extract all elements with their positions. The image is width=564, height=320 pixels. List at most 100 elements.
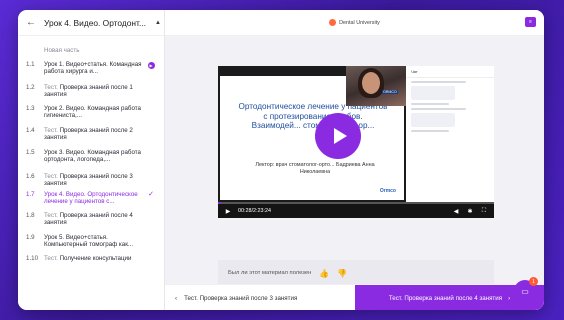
chat-bubble-icon: ▭ bbox=[521, 286, 529, 296]
lesson-item[interactable]: 1.1 Урок 1. Видео+статья. Командная работ… bbox=[18, 61, 165, 76]
back-arrow-icon[interactable]: ← bbox=[26, 17, 40, 28]
lesson-status bbox=[144, 84, 158, 99]
lesson-title: Урок 5. Видео+статья. Компьютерный томог… bbox=[44, 234, 144, 249]
lesson-item[interactable]: 1.10 Тест. Получение консультации bbox=[18, 255, 165, 262]
lesson-title: Тест. Проверка знаний после 4 занятия bbox=[44, 212, 144, 227]
lesson-kind: Тест. bbox=[44, 127, 58, 134]
fullscreen-icon[interactable]: ⛶ bbox=[480, 208, 488, 215]
bottom-navigation: ‹ Тест. Проверка знаний после 3 занятия … bbox=[165, 284, 544, 310]
content-area: Ортодонтическое лечение у пациентов с пр… bbox=[165, 36, 544, 286]
main-area: Dental University ≡ Ортодонтическое лече… bbox=[165, 10, 544, 310]
check-icon: ✓ bbox=[148, 191, 154, 198]
prev-lesson-label: Тест. Проверка знаний после 3 занятия bbox=[184, 294, 298, 302]
lesson-kind: Тест. bbox=[44, 212, 58, 219]
lesson-number: 1.2 bbox=[26, 84, 35, 91]
lesson-number: 1.7 bbox=[26, 191, 35, 198]
lesson-number: 1.10 bbox=[26, 255, 39, 262]
lesson-item[interactable]: 1.7 Урок 4. Видео. Ортодонтическое лечени… bbox=[18, 191, 165, 206]
lesson-title: Тест. Проверка знаний после 3 занятия bbox=[44, 173, 144, 188]
course-title[interactable]: Урок 4. Видео. Ортодонт... bbox=[40, 18, 152, 28]
video-player[interactable]: Ортодонтическое лечение у пациентов с пр… bbox=[218, 66, 494, 218]
lesson-item[interactable]: 1.4 Тест. Проверка знаний после 2 занятия bbox=[18, 127, 165, 142]
lesson-number: 1.6 bbox=[26, 173, 35, 180]
video-chat-panel: Чат bbox=[406, 66, 494, 202]
lesson-title-text: Урок 5. Видео+статья. Компьютерный томог… bbox=[44, 234, 134, 249]
app-window: ← Урок 4. Видео. Ортодонт... ▲ Новая час… bbox=[18, 10, 544, 310]
lesson-status bbox=[144, 149, 158, 164]
play-icon bbox=[333, 128, 347, 144]
lesson-number: 1.8 bbox=[26, 212, 35, 219]
feedback-question: Был ли этот материал полезен bbox=[228, 270, 312, 276]
lesson-status bbox=[144, 234, 158, 249]
play-button[interactable] bbox=[315, 113, 361, 159]
speaker-camera: ORMCO bbox=[346, 66, 406, 106]
lesson-title-text: Урок 3. Видео. Командная работа ортодонт… bbox=[44, 149, 141, 164]
video-controls: ▶ 00:28/2:23:24 ◀ ✱ ⛶ bbox=[218, 204, 494, 218]
lesson-status bbox=[144, 255, 158, 262]
caret-up-icon[interactable]: ▲ bbox=[152, 20, 164, 26]
lesson-kind: Тест. bbox=[44, 84, 58, 91]
lesson-title-text: Проверка знаний после 3 занятия bbox=[44, 173, 133, 188]
lesson-title-text: Урок 1. Видео+статья. Командная работа х… bbox=[44, 61, 142, 76]
thumbs-up-icon[interactable]: 👍 bbox=[319, 269, 329, 278]
volume-icon[interactable]: ◀ bbox=[452, 208, 460, 215]
lesson-item[interactable]: 1.3 Урок 2. Видео. Командная работа гигие… bbox=[18, 105, 165, 120]
logo[interactable]: Dental University bbox=[329, 19, 380, 26]
top-bar: Dental University ≡ bbox=[165, 10, 544, 36]
lesson-status bbox=[144, 127, 158, 142]
next-lesson-label: Тест. Проверка знаний после 4 занятия bbox=[388, 294, 503, 302]
sidebar-header: ← Урок 4. Видео. Ортодонт... ▲ bbox=[18, 10, 164, 36]
lesson-title: Тест. Проверка знаний после 2 занятия bbox=[44, 127, 144, 142]
small-play-icon[interactable]: ▶ bbox=[224, 208, 232, 215]
chat-line bbox=[411, 103, 449, 105]
now-playing-icon: ▶ bbox=[147, 62, 155, 69]
lesson-status: ✓ bbox=[144, 191, 158, 206]
lesson-item[interactable]: 1.6 Тест. Проверка знаний после 3 занятия bbox=[18, 173, 165, 188]
lesson-title: Урок 1. Видео+статья. Командная работа х… bbox=[44, 61, 144, 76]
logo-icon bbox=[329, 19, 337, 26]
lesson-status bbox=[144, 105, 158, 120]
brand-logo: Ormco bbox=[379, 188, 396, 194]
lesson-title: Урок 4. Видео. Ортодонтическое лечение у… bbox=[44, 191, 144, 206]
thumbs-down-icon[interactable]: 👎 bbox=[337, 269, 347, 278]
lesson-title: Тест. Проверка знаний после 1 занятия bbox=[44, 84, 144, 99]
camera-tag: ORMCO bbox=[382, 90, 398, 94]
lesson-number: 1.1 bbox=[26, 61, 35, 68]
support-chat-button[interactable]: ▭ 1 bbox=[514, 277, 538, 302]
chat-icon[interactable]: ≡ bbox=[525, 17, 536, 27]
chevron-left-icon: ‹ bbox=[175, 294, 178, 302]
chat-panel-title: Чат bbox=[406, 66, 494, 78]
lesson-title-text: Проверка знаний после 1 занятия bbox=[44, 84, 133, 99]
lesson-title: Тест. Получение консультации bbox=[44, 255, 144, 262]
lesson-kind: Тест. bbox=[44, 255, 58, 262]
feedback-box: Был ли этот материал полезен 👍 👎 bbox=[218, 260, 494, 286]
chat-bubble bbox=[411, 86, 455, 100]
lesson-status bbox=[144, 173, 158, 188]
speaker-face bbox=[362, 72, 380, 94]
chevron-right-icon: › bbox=[508, 294, 511, 302]
lesson-item[interactable]: 1.2 Тест. Проверка знаний после 1 занятия bbox=[18, 84, 165, 99]
lesson-number: 1.5 bbox=[26, 149, 35, 156]
lesson-number: 1.3 bbox=[26, 105, 35, 112]
lesson-title-text: Проверка знаний после 2 занятия bbox=[44, 127, 133, 142]
slide-lector: Лектор: врач стоматолог-орто... Бадриева… bbox=[255, 162, 375, 176]
prev-lesson-button[interactable]: ‹ Тест. Проверка знаний после 3 занятия bbox=[175, 285, 297, 310]
chat-line bbox=[411, 108, 466, 110]
chat-line bbox=[411, 81, 466, 83]
lesson-item[interactable]: 1.8 Тест. Проверка знаний после 4 занятия bbox=[18, 212, 165, 227]
lesson-title-text: Получение консультации bbox=[57, 255, 132, 262]
lesson-item[interactable]: 1.9 Урок 5. Видео+статья. Компьютерный то… bbox=[18, 234, 165, 249]
lesson-item[interactable]: 1.5 Урок 3. Видео. Командная работа ортод… bbox=[18, 149, 165, 164]
logo-text: Dental University bbox=[339, 19, 380, 26]
lesson-title: Урок 2. Видео. Командная работа гигиенис… bbox=[44, 105, 144, 120]
lesson-kind: Тест. bbox=[44, 173, 58, 180]
settings-gear-icon[interactable]: ✱ bbox=[466, 208, 474, 215]
lesson-status bbox=[144, 212, 158, 227]
lesson-number: 1.4 bbox=[26, 127, 35, 134]
lesson-title-text: Проверка знаний после 4 занятия bbox=[44, 212, 133, 227]
notification-badge: 1 bbox=[529, 277, 538, 286]
lesson-sidebar: ← Урок 4. Видео. Ортодонт... ▲ Новая час… bbox=[18, 10, 165, 310]
slide-title: Ортодонтическое лечение у пациентов с пр… bbox=[238, 102, 388, 131]
video-time: 00:28/2:23:24 bbox=[238, 208, 271, 214]
section-title: Новая часть bbox=[44, 47, 80, 54]
